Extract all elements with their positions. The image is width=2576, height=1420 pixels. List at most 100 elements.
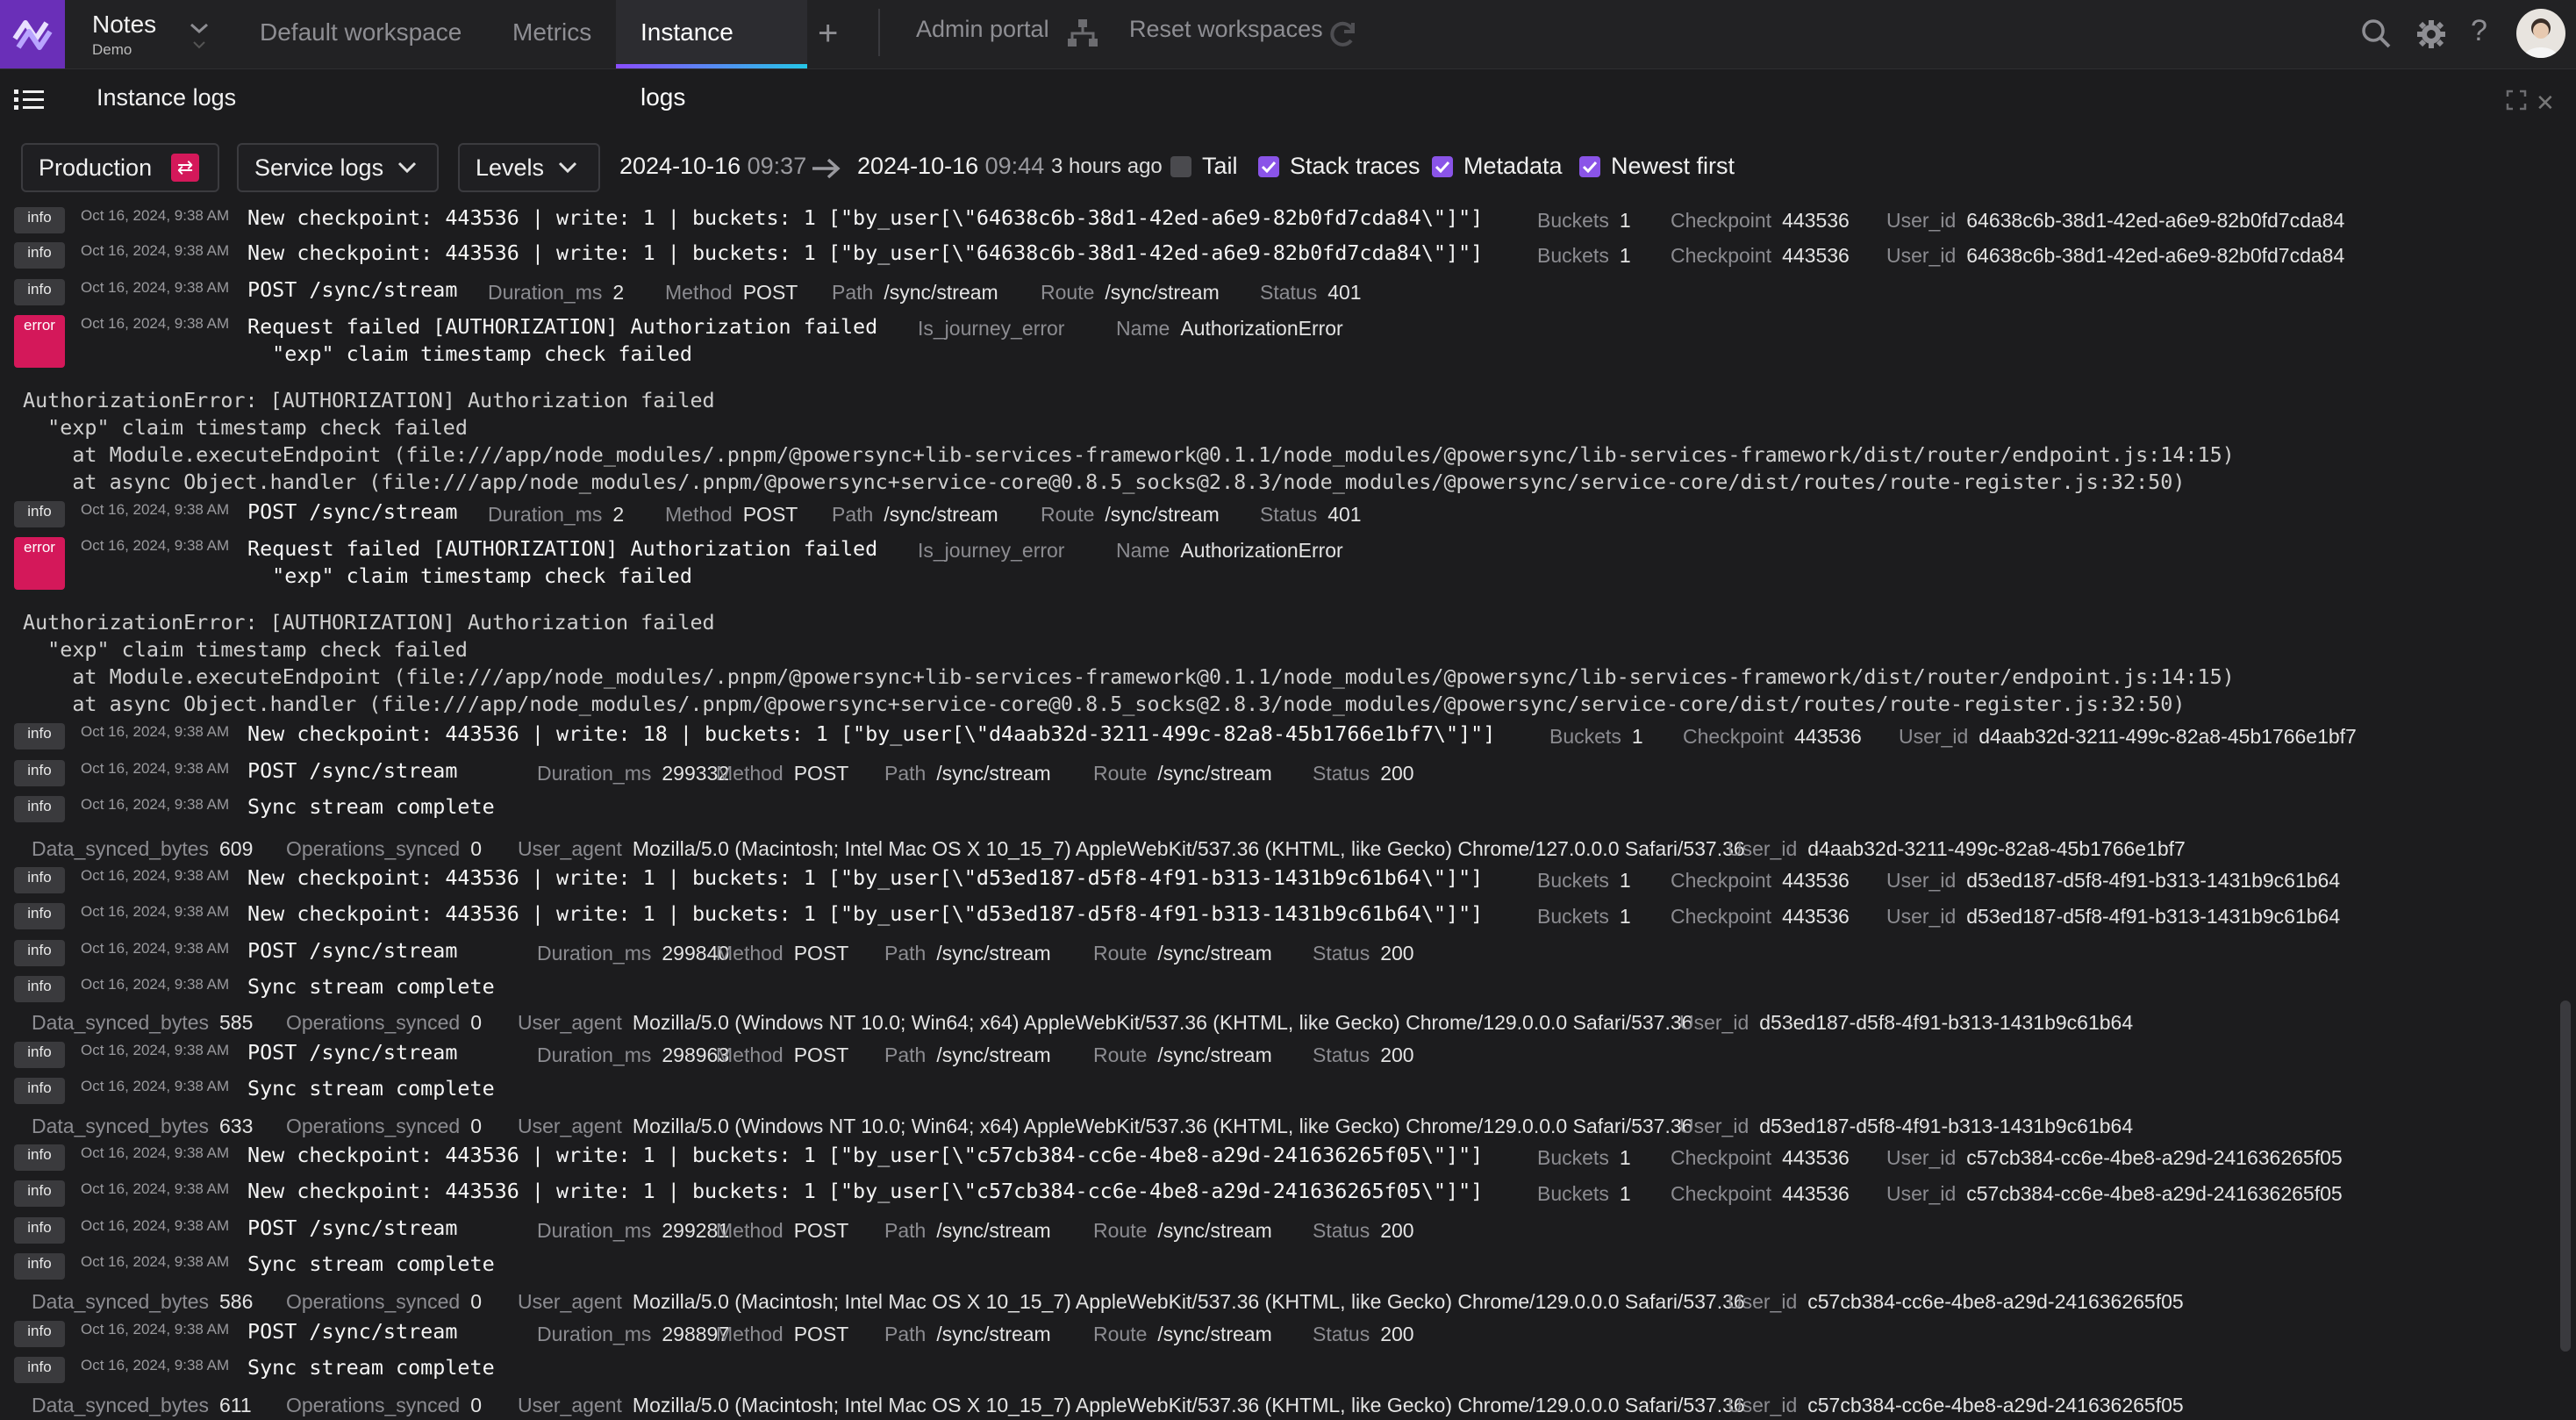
log-row[interactable]: info Oct 16, 2024, 9:38 AM POST /sync/stre…	[0, 1040, 2562, 1077]
metadata-field: Route/sync/stream	[1041, 281, 1220, 305]
tab-instance-logs[interactable]: Instance logs	[616, 0, 807, 111]
environment-select[interactable]: Production ⇄	[21, 143, 219, 192]
metadata-key: User_id	[1728, 1394, 1798, 1416]
log-message: Sync stream complete	[247, 1355, 495, 1380]
log-row[interactable]: info Oct 16, 2024, 9:38 AM POST /sync/stre…	[0, 499, 2562, 536]
metadata-key: Route	[1093, 762, 1148, 785]
gear-icon[interactable]	[2415, 18, 2448, 55]
metadata-key: Name	[1116, 317, 1170, 340]
log-timestamp: Oct 16, 2024, 9:38 AM	[81, 1042, 230, 1058]
metadata-value: 1	[1619, 869, 1631, 892]
log-message: POST /sync/stream	[247, 1319, 458, 1344]
log-row[interactable]: info Oct 16, 2024, 9:38 AM New checkpoint:…	[0, 901, 2562, 938]
metadata-key: Data_synced_bytes	[32, 1115, 210, 1137]
start-datetime[interactable]: 2024-10-16 09:37	[619, 153, 806, 180]
metadata-field: User_id c57cb384-cc6e-4be8-a29d-241636265…	[1728, 1394, 2184, 1417]
tab-metrics[interactable]: Metrics	[488, 0, 616, 68]
metadata-key: Buckets	[1537, 1182, 1609, 1205]
metadata-key: Duration_ms	[537, 942, 652, 965]
metadata-checkbox[interactable]: Metadata	[1432, 153, 1563, 180]
metadata-key: Status	[1313, 1323, 1370, 1345]
log-row[interactable]: info Oct 16, 2024, 9:38 AM POST /sync/stre…	[0, 1216, 2562, 1252]
log-row[interactable]: info Oct 16, 2024, 9:38 AM New checkpoint:…	[0, 865, 2562, 902]
metadata-key: Path	[832, 503, 874, 526]
app-logo[interactable]	[0, 0, 65, 68]
metadata-value: /sync/stream	[936, 942, 1051, 965]
list-icon[interactable]	[14, 88, 44, 117]
metadata-value: 64638c6b-38d1-42ed-a6e9-82b0fd7cda84	[1966, 209, 2345, 232]
metadata-value: 586	[219, 1290, 254, 1313]
metadata-field: User_id d4aab32d-3211-499c-82a8-45b1766e1…	[1728, 837, 2186, 861]
log-row[interactable]: info Oct 16, 2024, 9:38 AM Sync stream com…	[0, 794, 2562, 831]
stack-traces-checkbox[interactable]: Stack traces	[1258, 153, 1420, 180]
log-timestamp: Oct 16, 2024, 9:38 AM	[81, 976, 230, 993]
log-row[interactable]: info Oct 16, 2024, 9:38 AM New checkpoint:…	[0, 1179, 2562, 1216]
metadata-value: d4aab32d-3211-499c-82a8-45b1766e1bf7	[1979, 725, 2357, 748]
newest-first-checkbox[interactable]: Newest first	[1579, 153, 1735, 180]
log-message: New checkpoint: 443536 | write: 1 | buck…	[247, 240, 1484, 265]
metadata-field: Path/sync/stream	[884, 1043, 1051, 1067]
tail-checkbox[interactable]: Tail	[1170, 153, 1238, 180]
admin-portal-link[interactable]: Admin portal	[916, 16, 1049, 43]
metadata-key: Status	[1260, 503, 1318, 526]
metadata-value: d53ed187-d5f8-4f91-b313-1431b9c61b64	[1966, 869, 2341, 892]
metadata-value: 200	[1380, 942, 1414, 965]
log-row[interactable]: info Oct 16, 2024, 9:38 AM Sync stream com…	[0, 1076, 2562, 1113]
log-row[interactable]: info Oct 16, 2024, 9:38 AM Sync stream com…	[0, 974, 2562, 1011]
log-message: New checkpoint: 443536 | write: 1 | buck…	[247, 1143, 1484, 1167]
metadata-field: Path/sync/stream	[884, 942, 1051, 965]
close-icon[interactable]: ✕	[2536, 90, 2555, 117]
metadata-key: Is_journey_error	[918, 539, 1065, 562]
log-row[interactable]: info Oct 16, 2024, 9:38 AM POST /sync/stre…	[0, 758, 2562, 795]
source-select[interactable]: Service logs	[237, 143, 439, 192]
end-datetime[interactable]: 2024-10-16 09:44	[857, 153, 1044, 180]
log-row[interactable]: info Oct 16, 2024, 9:38 AM Sync stream com…	[0, 1251, 2562, 1288]
metadata-field: Path/sync/stream	[884, 1219, 1051, 1243]
metadata-field: Data_synced_bytes 586	[32, 1290, 253, 1314]
metadata-field: Path/sync/stream	[884, 762, 1051, 785]
metadata-key: Checkpoint	[1671, 209, 1772, 232]
help-icon[interactable]: ?	[2471, 14, 2487, 48]
info-badge: info	[14, 1144, 65, 1171]
metadata-value: 443536	[1782, 869, 1850, 892]
metadata-field: User_id c57cb384-cc6e-4be8-a29d-241636265…	[1886, 1146, 2343, 1170]
app-switcher-icon[interactable]	[186, 12, 212, 54]
metadata-key: Method	[716, 942, 784, 965]
search-icon[interactable]	[2360, 18, 2392, 54]
metadata-key: Path	[884, 1043, 927, 1066]
log-row[interactable]: info Oct 16, 2024, 9:38 AM POST /sync/stre…	[0, 277, 2562, 314]
tab-default-workspace[interactable]: Default workspace	[235, 0, 486, 68]
metadata-key: Data_synced_bytes	[32, 1290, 210, 1313]
log-row[interactable]: info Oct 16, 2024, 9:38 AM New checkpoint:…	[0, 1143, 2562, 1180]
log-row[interactable]: info Oct 16, 2024, 9:38 AM POST /sync/stre…	[0, 1319, 2562, 1356]
reset-workspaces-link[interactable]: Reset workspaces	[1129, 16, 1323, 43]
metadata-value: 443536	[1782, 209, 1850, 232]
metadata-key: Route	[1041, 503, 1095, 526]
log-timestamp: Oct 16, 2024, 9:38 AM	[81, 1217, 230, 1234]
log-timestamp: Oct 16, 2024, 9:38 AM	[81, 501, 230, 518]
log-row[interactable]: info Oct 16, 2024, 9:38 AM New checkpoint:…	[0, 240, 2562, 277]
metadata-value: 200	[1380, 762, 1414, 785]
expand-icon[interactable]	[2506, 90, 2527, 115]
metadata-key: Status	[1313, 1043, 1370, 1066]
log-list[interactable]: info Oct 16, 2024, 9:38 AM New checkpoint:…	[0, 207, 2576, 1420]
avatar[interactable]	[2516, 9, 2565, 58]
log-message: Sync stream complete	[247, 974, 495, 999]
metadata-key: Method	[716, 1043, 784, 1066]
add-tab-icon[interactable]: +	[818, 12, 838, 54]
log-row[interactable]: info Oct 16, 2024, 9:38 AM New checkpoint:…	[0, 721, 2562, 758]
metadata-value: d53ed187-d5f8-4f91-b313-1431b9c61b64	[1759, 1115, 2134, 1137]
levels-select[interactable]: Levels	[458, 143, 600, 192]
log-row[interactable]: error Oct 16, 2024, 9:38 AM Request failed…	[0, 536, 2562, 593]
metadata-field: User_agent Mozilla/5.0 (Macintosh; Intel …	[518, 1290, 1745, 1314]
metadata-key: Method	[716, 1323, 784, 1345]
log-timestamp: Oct 16, 2024, 9:38 AM	[81, 796, 230, 813]
log-row[interactable]: info Oct 16, 2024, 9:38 AM New checkpoint:…	[0, 207, 2562, 242]
log-message: New checkpoint: 443536 | write: 1 | buck…	[247, 865, 1484, 890]
log-row[interactable]: error Oct 16, 2024, 9:38 AM Request failed…	[0, 314, 2562, 371]
log-row[interactable]: info Oct 16, 2024, 9:38 AM POST /sync/stre…	[0, 938, 2562, 975]
log-row[interactable]: info Oct 16, 2024, 9:38 AM Sync stream com…	[0, 1355, 2562, 1392]
scrollbar-thumb[interactable]	[2560, 1000, 2571, 1352]
metadata-key: Route	[1093, 1043, 1148, 1066]
metadata-field: Buckets 1	[1537, 869, 1631, 893]
